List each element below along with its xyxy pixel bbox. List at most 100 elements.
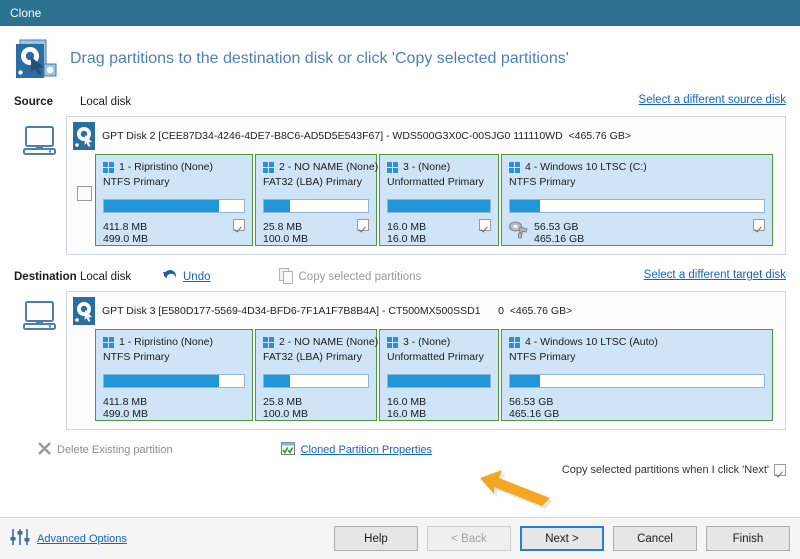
partition-box[interactable]: 1 - Ripristino (None) NTFS Primary 411.8 M… bbox=[95, 154, 253, 246]
windows-logo-icon bbox=[509, 161, 520, 173]
partition-usage-bar bbox=[103, 374, 245, 388]
partition-title: 2 - NO NAME (None) bbox=[279, 336, 379, 348]
footer-bar: Advanced Options Help < Back Next > Cancel F… bbox=[0, 517, 800, 559]
banner: Drag partitions to the destination disk … bbox=[0, 26, 800, 91]
partition-title: 1 - Ripristino (None) bbox=[119, 336, 213, 348]
hard-disk-icon bbox=[73, 122, 95, 150]
partition-sizes: 411.8 MB 499.0 MB bbox=[103, 396, 148, 420]
partition-usage-bar bbox=[103, 199, 245, 213]
footer-buttons: Help < Back Next > Cancel Finish bbox=[334, 526, 790, 551]
partition-checkbox[interactable] bbox=[357, 219, 369, 231]
source-disk-title: GPT Disk 2 [CEE87D34-4246-4DE7-B8C6-AD5D… bbox=[102, 130, 631, 142]
source-disk-row: GPT Disk 2 [CEE87D34-4246-4DE7-B8C6-AD5D… bbox=[14, 116, 786, 255]
copy-on-next-row: Copy selected partitions when I click 'N… bbox=[562, 464, 786, 476]
partition-title-row: 2 - NO NAME (None) bbox=[263, 161, 378, 173]
destination-sublabel: Local disk bbox=[80, 271, 132, 283]
partition-filesystem: Unformatted Primary bbox=[387, 176, 484, 188]
destination-disk-title: GPT Disk 3 [E580D177-5569-4D34-BFD6-7F1A… bbox=[102, 305, 573, 317]
copy-on-next-checkbox[interactable] bbox=[774, 464, 786, 476]
select-different-target-disk-link[interactable]: Select a different target disk bbox=[644, 269, 786, 281]
partition-filesystem: FAT32 (LBA) Primary bbox=[263, 176, 362, 188]
partition-title: 3 - (None) bbox=[403, 161, 451, 173]
partition-box[interactable]: 3 - (None) Unformatted Primary 16.0 MB 16.… bbox=[379, 154, 499, 246]
window-titlebar: Clone bbox=[0, 0, 800, 26]
windows-logo-icon bbox=[387, 161, 398, 173]
cloned-partition-properties-button[interactable]: Cloned Partition Properties bbox=[280, 442, 432, 458]
partition-sizes: 56.53 GB 465.16 GB bbox=[509, 396, 560, 420]
computer-icon bbox=[14, 116, 66, 156]
copy-pages-icon bbox=[278, 267, 294, 287]
windows-logo-icon bbox=[103, 161, 114, 173]
source-disk-panel: GPT Disk 2 [CEE87D34-4246-4DE7-B8C6-AD5D… bbox=[66, 116, 786, 255]
x-mark-icon bbox=[38, 442, 51, 458]
partition-size-row: 25.8 MB 100.0 MB bbox=[263, 221, 369, 245]
partition-size-row: 56.53 GB 465.16 GB bbox=[509, 221, 765, 245]
partition-title-row: 2 - NO NAME (None) bbox=[263, 336, 378, 348]
computer-icon bbox=[14, 291, 66, 331]
partition-usage-fill bbox=[104, 200, 219, 212]
partition-checkbox[interactable] bbox=[753, 219, 765, 231]
partition-sizes: 16.0 MB 16.0 MB bbox=[387, 221, 427, 245]
partition-title-row: 4 - Windows 10 LTSC (C:) bbox=[509, 161, 765, 173]
key-icon bbox=[509, 221, 529, 242]
partition-box[interactable]: 3 - (None) Unformatted Primary 16.0 MB 16.… bbox=[379, 329, 499, 421]
partition-usage-fill bbox=[388, 375, 490, 387]
partition-filesystem: Unformatted Primary bbox=[387, 351, 484, 363]
banner-title: Drag partitions to the destination disk … bbox=[70, 49, 569, 67]
destination-section-header: Destination Local disk Undo Copy selecte… bbox=[14, 266, 786, 288]
source-label: Source bbox=[14, 96, 53, 108]
select-different-source-disk-link[interactable]: Select a different source disk bbox=[639, 94, 786, 106]
destination-partition-list: 1 - Ripristino (None) NTFS Primary 411.8 M… bbox=[95, 329, 779, 421]
partition-filesystem: NTFS Primary bbox=[509, 176, 576, 188]
partition-usage-bar bbox=[509, 374, 765, 388]
destination-disk-panel: GPT Disk 3 [E580D177-5569-4D34-BFD6-7F1A… bbox=[66, 291, 786, 430]
advanced-options-button[interactable]: Advanced Options bbox=[10, 528, 127, 549]
advanced-options-label: Advanced Options bbox=[37, 532, 127, 545]
partition-usage-fill bbox=[264, 200, 290, 212]
partition-title: 2 - NO NAME (None) bbox=[279, 161, 379, 173]
partition-usage-fill bbox=[264, 375, 290, 387]
partition-title-row: 1 - Ripristino (None) bbox=[103, 161, 245, 173]
partition-checkbox[interactable] bbox=[233, 219, 245, 231]
hard-disk-icon bbox=[73, 297, 95, 325]
partition-sizes: 411.8 MB 499.0 MB bbox=[103, 221, 148, 245]
windows-logo-icon bbox=[103, 336, 114, 348]
partition-sizes: 25.8 MB 100.0 MB bbox=[263, 221, 308, 245]
copy-selected-partitions-button[interactable]: Copy selected partitions bbox=[278, 267, 422, 287]
cancel-button[interactable]: Cancel bbox=[613, 526, 697, 551]
partition-usage-bar bbox=[263, 374, 369, 388]
source-sublabel: Local disk bbox=[80, 96, 132, 108]
partition-box[interactable]: 4 - Windows 10 LTSC (C:) NTFS Primary 56.5… bbox=[501, 154, 773, 246]
partition-filesystem: FAT32 (LBA) Primary bbox=[263, 351, 362, 363]
partition-sizes: 16.0 MB 16.0 MB bbox=[387, 396, 427, 420]
partition-usage-bar bbox=[387, 199, 491, 213]
destination-disk-body: 1 - Ripristino (None) NTFS Primary 411.8 M… bbox=[73, 329, 779, 421]
finish-button[interactable]: Finish bbox=[706, 526, 790, 551]
partition-box[interactable]: 4 - Windows 10 LTSC (Auto) NTFS Primary 56… bbox=[501, 329, 773, 421]
partition-box[interactable]: 2 - NO NAME (None) FAT32 (LBA) Primary 25.… bbox=[255, 329, 378, 421]
undo-button[interactable]: Undo bbox=[162, 269, 211, 285]
source-disk-checkbox-wrap bbox=[73, 154, 95, 201]
partition-size-row: 411.8 MB 499.0 MB bbox=[103, 396, 245, 420]
windows-logo-icon bbox=[263, 161, 274, 173]
partition-usage-fill bbox=[388, 200, 490, 212]
partition-checkbox[interactable] bbox=[479, 219, 491, 231]
source-partition-list: 1 - Ripristino (None) NTFS Primary 411.8 M… bbox=[95, 154, 779, 246]
destination-disk-row: GPT Disk 3 [E580D177-5569-4D34-BFD6-7F1A… bbox=[14, 291, 786, 430]
partition-sizes: 25.8 MB 100.0 MB bbox=[263, 396, 308, 420]
properties-check-icon bbox=[280, 442, 295, 458]
partition-usage-fill bbox=[104, 375, 219, 387]
annotation-arrow-icon bbox=[478, 468, 558, 513]
partition-title-row: 1 - Ripristino (None) bbox=[103, 336, 245, 348]
next-button[interactable]: Next > bbox=[520, 526, 604, 551]
copy-selected-partitions-label: Copy selected partitions bbox=[298, 271, 422, 283]
partition-box[interactable]: 1 - Ripristino (None) NTFS Primary 411.8 M… bbox=[95, 329, 253, 421]
help-button[interactable]: Help bbox=[334, 526, 418, 551]
partition-box[interactable]: 2 - NO NAME (None) FAT32 (LBA) Primary 25.… bbox=[255, 154, 378, 246]
source-disk-checkbox[interactable] bbox=[76, 186, 92, 201]
windows-logo-icon bbox=[509, 336, 520, 348]
partition-title-row: 4 - Windows 10 LTSC (Auto) bbox=[509, 336, 765, 348]
sliders-icon bbox=[10, 528, 30, 549]
delete-existing-partition-label: Delete Existing partition bbox=[57, 444, 173, 456]
delete-existing-partition-button[interactable]: Delete Existing partition bbox=[38, 442, 173, 458]
